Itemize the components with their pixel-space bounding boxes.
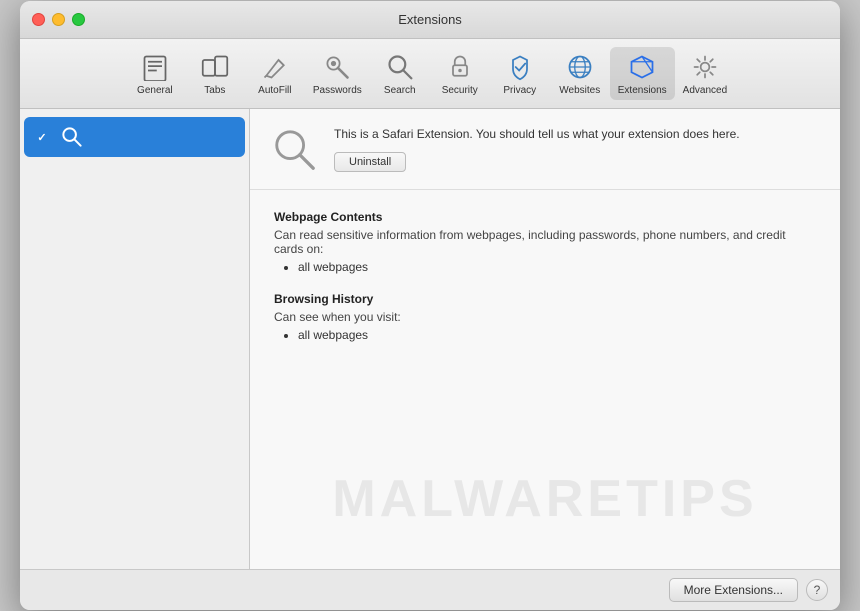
extension-list-icon	[61, 126, 83, 148]
sidebar-item-search-ext[interactable]	[24, 117, 245, 157]
advanced-svg-icon	[691, 53, 719, 81]
watermark: MALWARETIPS	[332, 469, 757, 529]
permission-desc-1: Can see when you visit:	[274, 310, 816, 324]
tab-extensions[interactable]: Extensions	[610, 47, 675, 100]
permission-desc-0: Can read sensitive information from webp…	[274, 228, 816, 256]
tab-advanced[interactable]: Advanced	[675, 47, 735, 100]
passwords-icon	[321, 51, 353, 83]
websites-label: Websites	[559, 85, 600, 96]
tab-general[interactable]: General	[125, 47, 185, 100]
main-window: Extensions General Tabs	[20, 1, 840, 610]
footer: More Extensions... ?	[20, 569, 840, 610]
extension-icon-wrapper	[58, 123, 86, 151]
websites-icon	[564, 51, 596, 83]
privacy-svg-icon	[506, 53, 534, 81]
main-content: This is a Safari Extension. You should t…	[20, 109, 840, 569]
extensions-icon	[626, 51, 658, 83]
general-icon	[139, 51, 171, 83]
detail-ext-icon	[270, 125, 318, 173]
websites-svg-icon	[566, 53, 594, 81]
detail-description-text: This is a Safari Extension. You should t…	[334, 126, 820, 143]
window-title: Extensions	[398, 12, 462, 27]
extension-checkbox[interactable]	[34, 129, 50, 145]
permission-item-0-0: all webpages	[298, 260, 816, 274]
autofill-label: AutoFill	[258, 85, 291, 96]
permission-list-1: all webpages	[298, 328, 816, 342]
minimize-button[interactable]	[52, 13, 65, 26]
permission-item-1-0: all webpages	[298, 328, 816, 342]
advanced-icon	[689, 51, 721, 83]
permission-section-0: Webpage Contents Can read sensitive info…	[274, 210, 816, 274]
privacy-label: Privacy	[503, 85, 536, 96]
permission-title-1: Browsing History	[274, 292, 816, 306]
detail-header-text: This is a Safari Extension. You should t…	[334, 126, 820, 173]
general-svg-icon	[141, 53, 169, 81]
tab-security[interactable]: Security	[430, 47, 490, 100]
permission-title-0: Webpage Contents	[274, 210, 816, 224]
search-label: Search	[384, 85, 416, 96]
extensions-label: Extensions	[618, 85, 667, 96]
window-controls	[32, 13, 85, 26]
tab-tabs[interactable]: Tabs	[185, 47, 245, 100]
tab-autofill[interactable]: AutoFill	[245, 47, 305, 100]
security-icon	[444, 51, 476, 83]
uninstall-button[interactable]: Uninstall	[334, 152, 406, 172]
advanced-label: Advanced	[683, 85, 727, 96]
search-icon	[384, 51, 416, 83]
security-label: Security	[442, 85, 478, 96]
tab-privacy[interactable]: Privacy	[490, 47, 550, 100]
tabs-svg-icon	[201, 53, 229, 81]
search-svg-icon	[386, 53, 414, 81]
autofill-svg-icon	[261, 53, 289, 81]
detail-body: MALWARETIPS Webpage Contents Can read se…	[250, 190, 840, 569]
close-button[interactable]	[32, 13, 45, 26]
more-extensions-button[interactable]: More Extensions...	[669, 578, 798, 602]
tab-passwords[interactable]: Passwords	[305, 47, 370, 100]
maximize-button[interactable]	[72, 13, 85, 26]
detail-header: This is a Safari Extension. You should t…	[250, 109, 840, 190]
permission-list-0: all webpages	[298, 260, 816, 274]
extensions-svg-icon	[628, 53, 656, 81]
autofill-icon	[259, 51, 291, 83]
tabs-label: Tabs	[204, 85, 225, 96]
titlebar: Extensions	[20, 1, 840, 39]
security-svg-icon	[446, 53, 474, 81]
tabs-icon	[199, 51, 231, 83]
help-button[interactable]: ?	[806, 579, 828, 601]
passwords-svg-icon	[323, 53, 351, 81]
tab-websites[interactable]: Websites	[550, 47, 610, 100]
general-label: General	[137, 85, 173, 96]
extensions-sidebar	[20, 109, 250, 569]
permission-section-1: Browsing History Can see when you visit:…	[274, 292, 816, 342]
toolbar: General Tabs AutoFill	[20, 39, 840, 109]
extension-detail-panel: This is a Safari Extension. You should t…	[250, 109, 840, 569]
detail-search-icon	[271, 126, 317, 172]
tab-search[interactable]: Search	[370, 47, 430, 100]
privacy-icon	[504, 51, 536, 83]
passwords-label: Passwords	[313, 85, 362, 96]
